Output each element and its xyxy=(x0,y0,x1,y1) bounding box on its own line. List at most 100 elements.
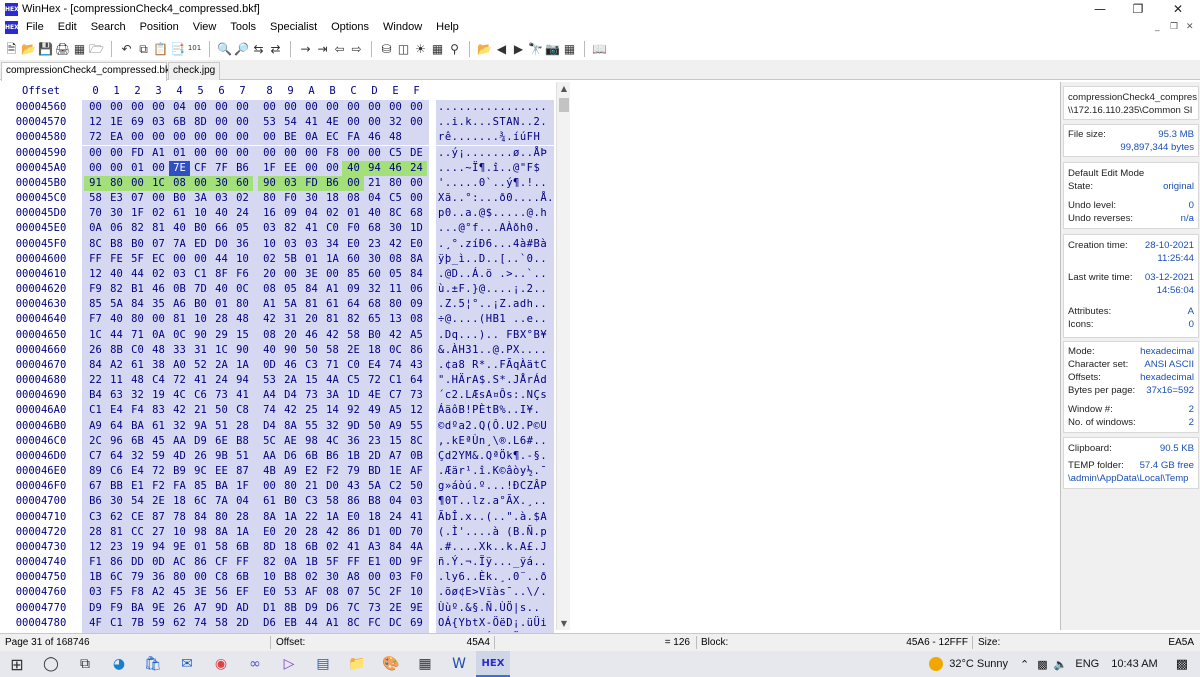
menu-position[interactable]: Position xyxy=(133,18,186,36)
hex-byte[interactable]: 00 xyxy=(322,161,343,176)
hex-byte[interactable]: 00 xyxy=(127,130,148,145)
hex-byte[interactable]: 00 xyxy=(169,130,190,145)
open-folder-icon[interactable]: 🗁 xyxy=(88,40,105,57)
hex-byte[interactable]: 5F xyxy=(127,252,148,267)
hex-byte[interactable]: 8C xyxy=(343,616,364,631)
row-text[interactable]: Xã..°:...ð0....Å. xyxy=(438,191,555,206)
hex-byte[interactable]: 32 xyxy=(322,419,343,434)
link-app-icon[interactable]: ∞ xyxy=(238,651,272,677)
hex-byte[interactable]: C4 xyxy=(148,373,169,388)
hex-byte[interactable]: 00 xyxy=(211,115,232,130)
hex-byte[interactable]: 15 xyxy=(385,434,406,449)
hex-row[interactable]: 00004560 00 00 00 00 04 00 00 00 00 00 00 00 00 00 00 00… xyxy=(0,100,556,116)
hex-byte[interactable]: 58 xyxy=(211,540,232,555)
hex-byte[interactable]: BA xyxy=(211,479,232,494)
hex-row[interactable]: 00004730 12 23 19 94 9E 01 58 6B 8D 18 6B 02 41 A3 84 4A… xyxy=(0,539,556,556)
hex-byte[interactable]: A9 xyxy=(385,419,406,434)
hex-byte[interactable]: 86 xyxy=(343,494,364,509)
hex-byte[interactable]: 7B xyxy=(127,616,148,631)
hex-row[interactable]: 00004670 84 A2 61 38 A0 52 2A 1A 0D 46 C3 71 C0 E4 74 43… xyxy=(0,357,556,374)
hex-byte[interactable]: 0C xyxy=(385,343,406,358)
row-text[interactable]: .@D..Á.ö .>..`.. xyxy=(438,267,555,282)
hex-byte[interactable]: 72 xyxy=(169,373,190,388)
hex-byte[interactable]: 80 xyxy=(106,176,127,191)
hex-byte[interactable]: 2A xyxy=(280,373,301,388)
row-text[interactable]: .¸°.zíÐ6...4à#Bà xyxy=(438,237,555,252)
hex-byte[interactable]: 2E xyxy=(148,494,169,509)
hex-byte[interactable]: C7 xyxy=(385,388,406,403)
hex-byte[interactable]: 1B xyxy=(343,449,364,464)
hex-byte[interactable]: 69 xyxy=(406,616,427,631)
hex-byte[interactable]: B8 xyxy=(364,494,385,509)
row-text[interactable]: .Dq...).. FBX°B¥ xyxy=(438,328,555,343)
row-text[interactable]: .#....Xk..k.A£.J xyxy=(438,540,555,555)
hex-byte[interactable]: 59 xyxy=(148,449,169,464)
hex-row[interactable]: 00004690 B4 63 32 19 4C C6 73 41 A4 D4 73 3A 1D 4E C7 73… xyxy=(0,388,556,404)
hex-byte[interactable]: 48 xyxy=(385,130,406,145)
hex-byte[interactable]: FF xyxy=(232,555,253,570)
calculator-icon[interactable]: ▦ xyxy=(429,40,446,57)
hex-byte[interactable]: 03 xyxy=(301,237,322,252)
hex-byte[interactable]: 00 xyxy=(259,130,280,145)
hex-byte[interactable]: 08 xyxy=(406,312,427,327)
hex-byte[interactable]: AA xyxy=(259,449,280,464)
forward-icon[interactable]: ⇨ xyxy=(348,40,365,57)
hex-byte[interactable]: 08 xyxy=(322,585,343,600)
hex-byte[interactable]: 01 xyxy=(127,161,148,176)
hex-byte[interactable]: 30 xyxy=(322,570,343,585)
hex-byte[interactable]: 81 xyxy=(301,297,322,312)
hex-byte[interactable]: C8 xyxy=(211,570,232,585)
hex-byte[interactable]: E0 xyxy=(259,525,280,540)
hex-byte[interactable]: 00 xyxy=(343,146,364,161)
row-text[interactable]: ¶0T..lz.a°ÃX.¸.. xyxy=(438,494,555,509)
terminal-icon[interactable]: ▤ xyxy=(306,651,340,677)
hex-byte[interactable]: C1 xyxy=(85,403,106,418)
hex-byte[interactable]: 20 xyxy=(259,267,280,282)
hex-byte[interactable]: 00 xyxy=(232,115,253,130)
hex-byte[interactable]: 8A xyxy=(211,525,232,540)
row-text[interactable]: ................ xyxy=(438,100,555,115)
hex-row[interactable]: 00004660 26 8B C0 48 33 31 1C 90 40 90 50 58 2E 18 0C 86… xyxy=(0,342,556,358)
hex-byte[interactable]: DC xyxy=(385,616,406,631)
hex-row[interactable]: 000045B0 91 80 00 1C 08 00 30 60 90 03 FD B6 00 21 80 00… xyxy=(0,175,556,191)
mail-icon[interactable]: ✉ xyxy=(170,651,204,677)
hex-byte[interactable]: 0C xyxy=(232,282,253,297)
hex-byte[interactable]: E0 xyxy=(259,585,280,600)
print-icon[interactable]: 🖨 xyxy=(54,40,71,57)
hex-byte[interactable]: 00 xyxy=(301,100,322,115)
hex-byte[interactable]: 07 xyxy=(148,237,169,252)
hex-byte[interactable]: 80 xyxy=(385,297,406,312)
menu-file[interactable]: File xyxy=(19,18,51,36)
hex-row[interactable]: 000046D0 C7 64 32 59 4D 26 9B 51 AA D6 6B B6 1B 2D A7 0B… xyxy=(0,448,556,465)
volume-icon[interactable]: 🔈 xyxy=(1054,658,1068,671)
hex-row[interactable]: 000046A0 C1 E4 F4 83 42 21 50 C8 74 42 25 14 92 49 A5 12… xyxy=(0,403,556,419)
row-text[interactable]: ..i.k...STAN..2. xyxy=(438,115,555,130)
hex-byte[interactable]: 08 xyxy=(259,328,280,343)
hex-byte[interactable]: A7 xyxy=(190,601,211,616)
hex-byte[interactable]: 46 xyxy=(364,130,385,145)
hex-byte[interactable]: 1E xyxy=(385,464,406,479)
hex-byte[interactable]: 06 xyxy=(406,282,427,297)
paste-icon[interactable]: 📋 xyxy=(152,40,169,57)
hex-byte[interactable]: 87 xyxy=(232,464,253,479)
hex-byte[interactable]: FA xyxy=(169,479,190,494)
hex-byte[interactable]: 8A xyxy=(406,252,427,267)
hex-byte[interactable]: 50 xyxy=(301,343,322,358)
row-text[interactable]: p0..a.@$.....@.h xyxy=(438,206,555,221)
hex-byte[interactable]: 44 xyxy=(211,252,232,267)
status-offset-value[interactable]: 45A4 xyxy=(440,634,490,651)
hex-byte[interactable]: 22 xyxy=(85,373,106,388)
hex-byte[interactable]: 72 xyxy=(148,464,169,479)
hex-byte[interactable]: 1A xyxy=(280,510,301,525)
hex-byte[interactable]: 00 xyxy=(364,570,385,585)
hex-byte[interactable]: 7D xyxy=(190,282,211,297)
hex-byte[interactable]: 08 xyxy=(385,252,406,267)
hex-byte[interactable]: 85 xyxy=(343,267,364,282)
hex-byte[interactable]: A5 xyxy=(385,403,406,418)
hex-byte[interactable]: 44 xyxy=(106,328,127,343)
hex-byte[interactable]: D4 xyxy=(280,388,301,403)
hex-byte[interactable]: F0 xyxy=(280,191,301,206)
hex-byte[interactable]: B4 xyxy=(85,388,106,403)
hex-byte[interactable]: 58 xyxy=(322,494,343,509)
hex-byte[interactable]: 41 xyxy=(301,115,322,130)
